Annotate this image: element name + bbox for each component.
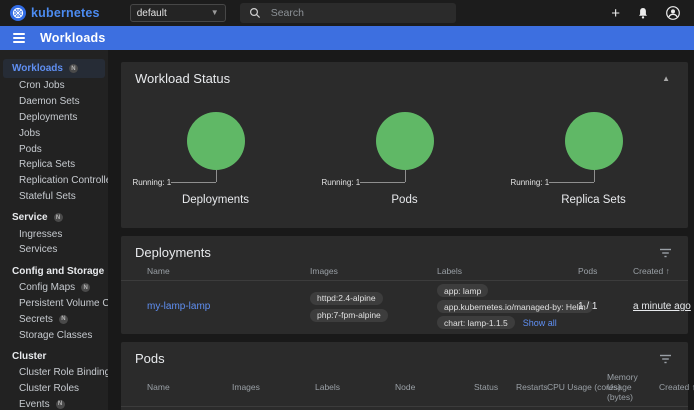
app-toolbar: Workloads (0, 26, 694, 50)
deployment-created[interactable]: a minute ago (633, 301, 691, 312)
column-header-memory[interactable]: Memory Usage (bytes) (607, 372, 659, 402)
workload-status-charts: Running: 1 Deployments Running: 1 Pods (121, 90, 688, 212)
menu-button[interactable] (13, 33, 25, 43)
sidebar-item[interactable]: Stateful Sets (0, 188, 108, 204)
sidebar-item[interactable]: Cron Jobs (0, 78, 108, 94)
profile-button[interactable] (666, 6, 680, 20)
collapse-icon[interactable]: ▲ (658, 72, 674, 85)
deployments-card: Deployments Name Images Labels Pods (121, 236, 688, 334)
deployment-labels: app: lamp app.kubernetes.io/managed-by: … (437, 284, 578, 329)
chart-title: Pods (314, 194, 496, 206)
top-bar: kubernetes default ▼ + (0, 0, 694, 26)
notifications-button[interactable] (637, 7, 649, 20)
chart-title: Deployments (125, 194, 307, 206)
top-bar-actions: + (611, 6, 684, 21)
pie-chart (187, 112, 245, 170)
chart-legend: Running: 1 (322, 178, 361, 187)
sidebar: Workloads N Cron Jobs Daemon Sets Deploy… (0, 50, 108, 410)
pods-card: Pods Name Images Labels Node (121, 342, 688, 410)
sidebar-item[interactable]: Jobs (0, 125, 108, 141)
create-resource-button[interactable]: + (611, 6, 620, 21)
column-header-name[interactable]: Name (147, 382, 232, 392)
column-header-images[interactable]: Images (310, 266, 437, 276)
sidebar-item[interactable]: Storage Classes (0, 327, 108, 343)
chart-legend: Running: 1 (133, 178, 172, 187)
page-title: Workloads (40, 31, 105, 45)
sidebar-item[interactable]: Events N (0, 397, 108, 410)
show-all-link[interactable]: Show all (523, 318, 557, 328)
pods-title: Pods (135, 351, 165, 366)
search-input[interactable] (269, 6, 413, 20)
namespaced-badge-icon: N (81, 283, 90, 292)
namespace-selector[interactable]: default ▼ (130, 4, 226, 22)
sidebar-item[interactable]: Cluster Roles (0, 381, 108, 397)
sort-arrow-icon: ↑ (666, 266, 670, 276)
pie-chart (565, 112, 623, 170)
callout-line (405, 170, 406, 182)
namespaced-badge-icon: N (69, 64, 78, 73)
column-header-created[interactable]: Created ↑ (659, 382, 694, 392)
column-header-created[interactable]: Created ↑ (633, 266, 680, 276)
filter-icon[interactable] (657, 246, 674, 260)
column-header-labels[interactable]: Labels (437, 266, 578, 276)
namespaced-badge-icon: N (56, 400, 65, 409)
callout-line (594, 170, 595, 182)
namespaced-badge-icon: N (54, 213, 63, 222)
filter-icon[interactable] (657, 352, 674, 366)
column-header-restarts[interactable]: Restarts (516, 382, 547, 392)
workload-status-card: Workload Status ▲ Running: 1 Deployments (121, 62, 688, 228)
sidebar-item[interactable]: Config Maps N (0, 280, 108, 296)
namespace-value: default (137, 8, 167, 19)
column-header-pods[interactable]: Pods (578, 266, 633, 276)
account-icon (666, 6, 680, 20)
sidebar-item[interactable]: Persistent Volume Claims N (0, 296, 108, 312)
column-header-labels[interactable]: Labels (315, 382, 395, 392)
column-header-name[interactable]: Name (147, 266, 310, 276)
sidebar-item[interactable]: Replication Controllers (0, 173, 108, 189)
pie-chart (376, 112, 434, 170)
chart-title: Replica Sets (503, 194, 685, 206)
sidebar-item[interactable]: Pods (0, 141, 108, 157)
sidebar-item[interactable]: Deployments (0, 110, 108, 126)
deployment-pods-count: 1 / 1 (578, 301, 633, 312)
deployments-title: Deployments (135, 245, 211, 260)
sidebar-item[interactable]: Cluster (0, 347, 108, 365)
deployments-table-header: Name Images Labels Pods Created ↑ (121, 264, 688, 281)
sidebar-item[interactable]: Cluster Role Bindings (0, 365, 108, 381)
brand-text: kubernetes (31, 6, 100, 20)
workload-chart: Running: 1 Pods (314, 112, 496, 212)
main-content: Workload Status ▲ Running: 1 Deployments (108, 50, 694, 410)
column-header-status[interactable]: Status (474, 382, 516, 392)
sidebar-item[interactable]: Service N (0, 208, 108, 226)
brand-home-link[interactable]: kubernetes (10, 5, 100, 21)
sidebar-item[interactable]: Secrets N (0, 311, 108, 327)
chart-legend: Running: 1 (511, 178, 550, 187)
column-header-cpu[interactable]: CPU Usage (cores) (547, 382, 607, 392)
deployment-name-link[interactable]: my-lamp-lamp (147, 301, 210, 312)
sidebar-item[interactable]: Ingresses (0, 226, 108, 242)
bell-icon (637, 7, 649, 20)
callout-line (216, 170, 217, 182)
workload-status-title: Workload Status (135, 71, 230, 86)
sidebar-item[interactable]: Config and Storage (0, 262, 108, 280)
deployment-row: my-lamp-lamp httpd:2.4-alpine php:7-fpm-… (121, 281, 688, 334)
chevron-down-icon: ▼ (211, 9, 219, 17)
sidebar-item[interactable]: Daemon Sets (0, 94, 108, 110)
namespaced-badge-icon: N (59, 315, 68, 324)
workload-chart: Running: 1 Replica Sets (503, 112, 685, 212)
sidebar-item[interactable]: Workloads N (3, 59, 105, 78)
search-icon (249, 7, 261, 19)
deployment-images: httpd:2.4-alpine php:7-fpm-alpine (310, 292, 437, 322)
workload-chart: Running: 1 Deployments (125, 112, 307, 212)
column-header-images[interactable]: Images (232, 382, 315, 392)
search-bar[interactable] (240, 3, 456, 23)
sidebar-item[interactable]: Replica Sets (0, 157, 108, 173)
column-header-node[interactable]: Node (395, 382, 474, 392)
sidebar-item[interactable]: Services (0, 242, 108, 258)
kubernetes-dashboard: kubernetes default ▼ + (0, 0, 694, 410)
kubernetes-logo-icon (10, 5, 26, 21)
pods-table-header: Name Images Labels Node Status Restarts … (121, 370, 688, 407)
